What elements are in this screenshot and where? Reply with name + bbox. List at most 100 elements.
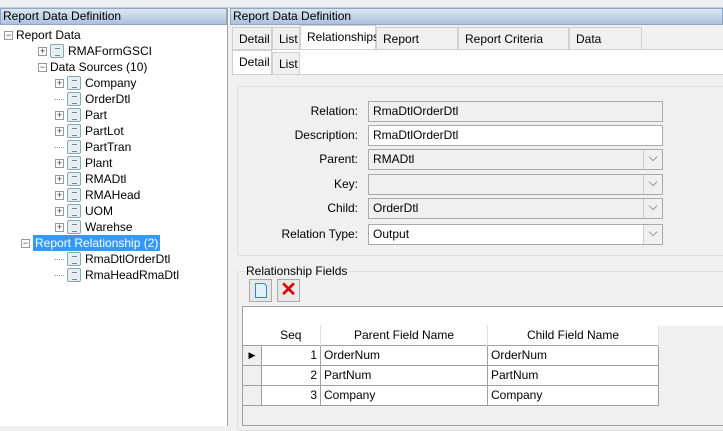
expand-icon[interactable]: + (55, 110, 64, 120)
child-dropdown[interactable]: OrderDtl (368, 198, 663, 219)
tree-item-report-data[interactable]: − Report Data (4, 27, 81, 43)
tree-label: RmaDtlOrderDtl (85, 252, 171, 266)
table-icon (67, 172, 81, 186)
tree-item-source[interactable]: + Part (55, 107, 107, 123)
column-header-0[interactable]: Seq (261, 325, 321, 345)
column-header-2[interactable]: Child Field Name (487, 325, 659, 345)
tab-report-criteria-sets[interactable]: Report Criteria Sets (458, 27, 569, 68)
tree-line (55, 98, 64, 100)
description-label: Description: (294, 128, 358, 142)
new-button[interactable] (249, 279, 272, 302)
tree-item-source[interactable]: + Plant (55, 155, 112, 171)
row-indicator[interactable] (242, 384, 262, 406)
tree-item-form[interactable]: + RMAFormGSCI (38, 43, 152, 59)
new-document-icon (255, 283, 267, 298)
tree-label: Report Data (16, 28, 81, 42)
tree-label: RMAFormGSCI (68, 44, 152, 58)
tree-label: UOM (85, 204, 113, 218)
table-icon (67, 124, 81, 138)
expand-icon[interactable]: + (55, 206, 64, 216)
tree-label: PartLot (85, 124, 124, 138)
tab-data-sources[interactable]: Data Sources (569, 27, 642, 68)
fields-table: Seq Parent Field Name Child Field Name ▶ 1 Or… (242, 325, 659, 406)
expand-icon[interactable]: + (55, 174, 64, 184)
relation-type-label: Relation Type: (281, 227, 359, 241)
tab-list[interactable]: List (272, 27, 300, 49)
tree-label: RMAHead (85, 188, 141, 202)
tree-label: Report Relationship (2) (33, 235, 161, 251)
tree-item-source[interactable]: + Company (55, 75, 136, 91)
tree-panel-header: Report Data Definition (0, 8, 227, 25)
tree-item-source[interactable]: OrderDtl (55, 91, 130, 107)
table-row[interactable]: 2 PartNum PartNum (242, 364, 659, 386)
tab-relationships[interactable]: Relationships (300, 25, 379, 49)
tree-item-source[interactable]: + RMADtl (55, 171, 126, 187)
table-icon (67, 92, 81, 106)
table-icon (67, 108, 81, 122)
collapse-icon[interactable]: − (38, 62, 47, 72)
tree-item-source[interactable]: + Warehse (55, 219, 133, 235)
seq-cell[interactable]: 2 (261, 364, 321, 386)
table-row[interactable]: 3 Company Company (242, 384, 659, 406)
tree-label: Data Sources (10) (50, 60, 148, 74)
tree-item-relationship[interactable]: RmaHeadRmaDtl (55, 267, 179, 283)
subtab-list[interactable]: List (272, 52, 300, 74)
subtab-strip: Detail List (232, 50, 723, 74)
tree-item-source[interactable]: + UOM (55, 203, 113, 219)
tree-item-source[interactable]: PartTran (55, 139, 131, 155)
row-indicator[interactable] (242, 364, 262, 386)
table-row[interactable]: ▶ 1 OrderNum OrderNum (242, 344, 659, 366)
current-row-indicator-icon[interactable]: ▶ (242, 344, 262, 366)
tree-label: Plant (85, 156, 113, 170)
tree-item-report-relationship[interactable]: − Report Relationship (2) (21, 235, 161, 251)
parent-field-cell[interactable]: Company (320, 384, 488, 406)
expand-icon[interactable]: + (55, 158, 64, 168)
relation-label: Relation: (310, 104, 358, 118)
expand-icon[interactable]: + (38, 46, 47, 56)
table-icon (67, 252, 81, 266)
detail-panel-header: Report Data Definition (230, 8, 723, 25)
tree-item-data-sources[interactable]: − Data Sources (10) (38, 59, 147, 75)
tree-label: OrderDtl (85, 92, 131, 106)
delete-button[interactable]: ✕ (277, 279, 300, 302)
toolbar (0, 0, 723, 8)
child-field-cell[interactable]: PartNum (487, 364, 659, 386)
table-icon (67, 204, 81, 218)
expand-icon[interactable]: + (55, 78, 64, 88)
child-field-cell[interactable]: OrderNum (487, 344, 659, 366)
tree-item-relationship[interactable]: RmaDtlOrderDtl (55, 251, 170, 267)
parent-field-cell[interactable]: OrderNum (320, 344, 488, 366)
key-dropdown[interactable] (368, 174, 663, 195)
table-icon (67, 188, 81, 202)
collapse-icon[interactable]: − (21, 238, 30, 248)
tree-item-source[interactable]: + RMAHead (55, 187, 140, 203)
seq-cell[interactable]: 3 (261, 384, 321, 406)
expand-icon[interactable]: + (55, 190, 64, 200)
tree-label: Company (85, 76, 137, 90)
parent-field-cell[interactable]: PartNum (320, 364, 488, 386)
relation-field[interactable]: RmaDtlOrderDtl (368, 101, 663, 122)
parent-dropdown[interactable]: RMADtl (368, 149, 663, 170)
parent-label: Parent: (319, 152, 358, 166)
tab-report-labels[interactable]: Report Labels (376, 27, 458, 68)
table-icon (67, 156, 81, 170)
expand-icon[interactable]: + (55, 126, 64, 136)
description-field[interactable]: RmaDtlOrderDtl (368, 125, 663, 146)
column-header-1[interactable]: Parent Field Name (320, 325, 488, 345)
tree-label: Part (85, 108, 108, 122)
tab-strip: DetailListRelationshipsReport LabelsRepo… (232, 25, 723, 68)
subtab-detail[interactable]: Detail (232, 50, 272, 74)
expand-icon[interactable]: + (55, 222, 64, 232)
tree-line (55, 258, 64, 260)
relationship-fields-title: Relationship Fields (244, 264, 350, 278)
collapse-icon[interactable]: − (4, 30, 13, 40)
tab-detail[interactable]: Detail (232, 27, 272, 49)
seq-cell[interactable]: 1 (261, 344, 321, 366)
tree-label: RMADtl (85, 172, 127, 186)
row-header-corner (242, 325, 262, 345)
detail-panel: Report Data Definition (230, 8, 723, 25)
table-icon (67, 220, 81, 234)
tree-item-source[interactable]: + PartLot (55, 123, 124, 139)
child-field-cell[interactable]: Company (487, 384, 659, 406)
relation-type-dropdown[interactable]: Output (368, 224, 663, 245)
